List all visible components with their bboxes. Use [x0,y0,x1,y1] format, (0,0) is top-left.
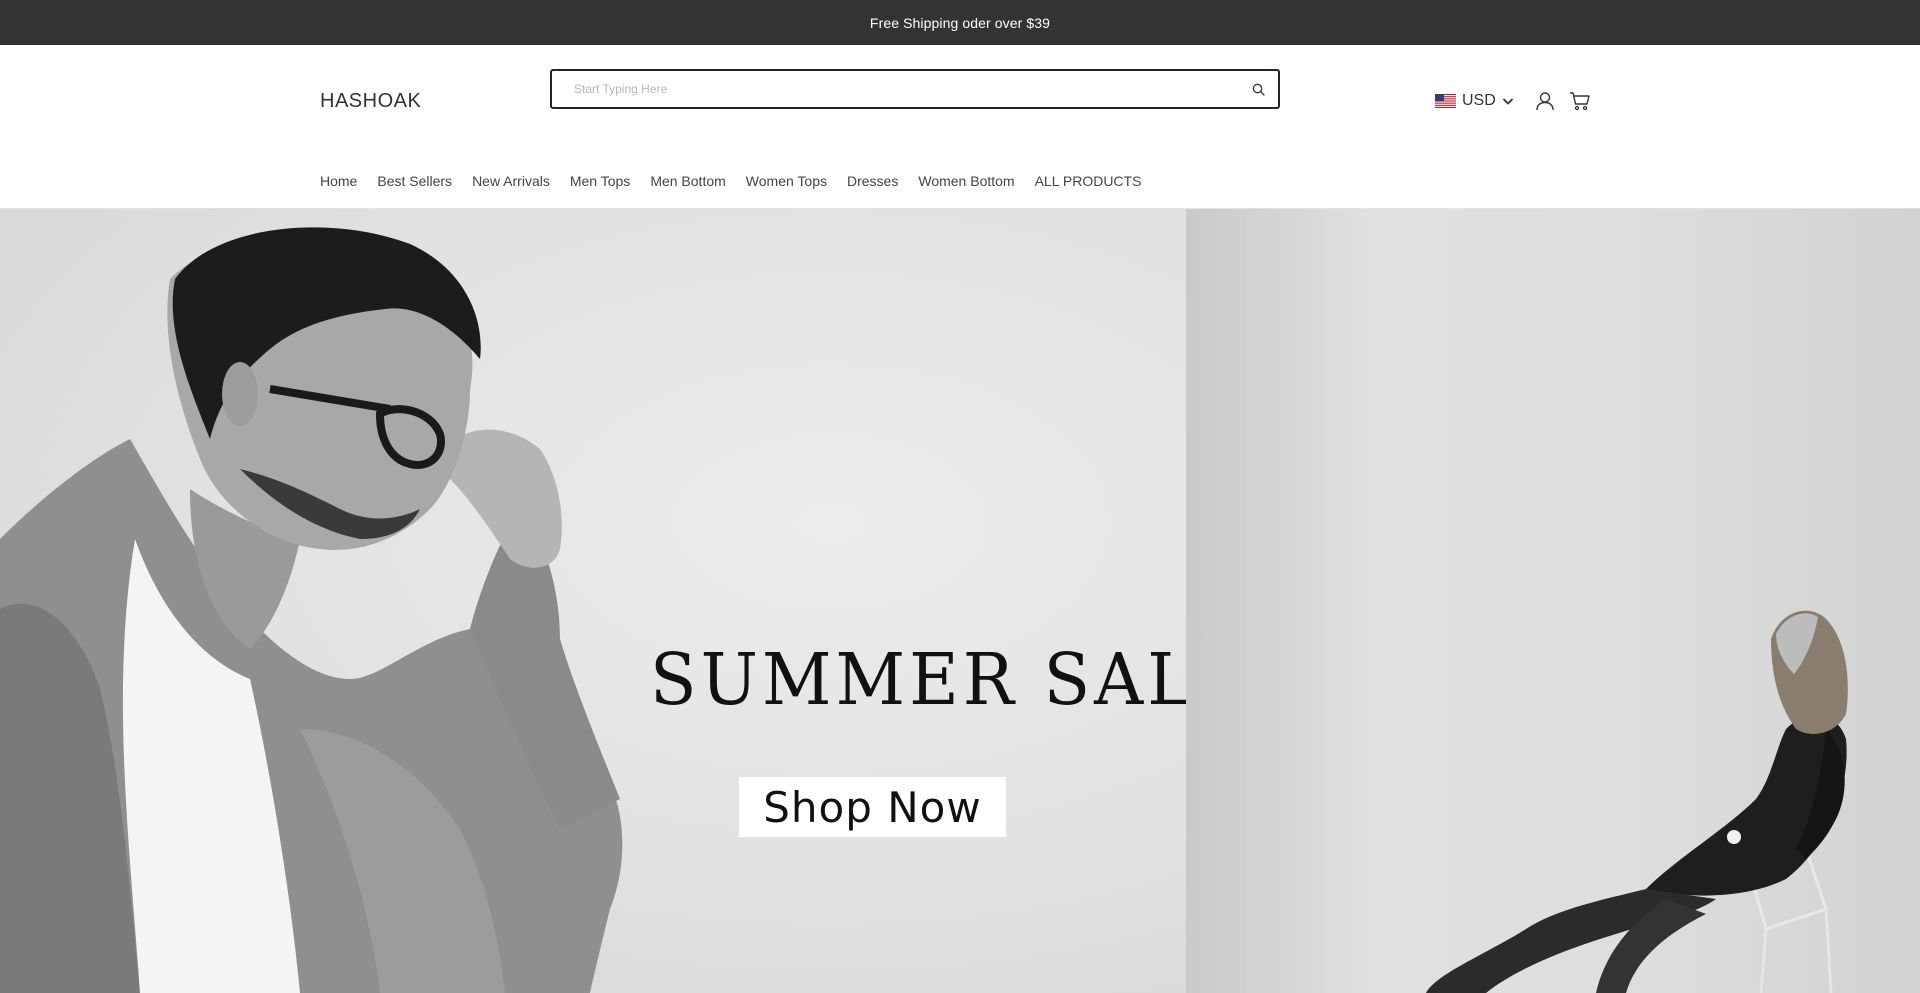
hero-image-left: SUMMER SALE Shop Now [0,209,1186,993]
shop-now-button[interactable]: Shop Now [739,777,1006,837]
woman-seated-image [1246,209,1848,993]
nav-item-dresses[interactable]: Dresses [847,173,898,189]
currency-selector[interactable]: USD [1435,89,1514,113]
nav-item-women-bottom[interactable]: Women Bottom [918,173,1014,189]
us-flag-icon [1435,94,1456,108]
search-bar [550,69,1280,109]
nav-item-men-tops[interactable]: Men Tops [570,173,630,189]
nav-item-women-tops[interactable]: Women Tops [746,173,827,189]
search-icon[interactable] [1238,71,1278,107]
announcement-text: Free Shipping oder over $39 [869,14,1051,31]
chevron-down-icon [1502,97,1514,106]
search-input[interactable] [552,71,1238,107]
nav-item-new-arrivals[interactable]: New Arrivals [472,173,550,189]
account-icon[interactable] [1533,89,1557,113]
logo[interactable]: HASHOAK [320,90,421,113]
nav-item-all-products[interactable]: ALL PRODUCTS [1035,173,1142,189]
man-portrait-image [0,227,623,993]
nav-item-home[interactable]: Home [320,173,357,189]
site-header: HASHOAK USD [0,45,1920,209]
nav-item-best-sellers[interactable]: Best Sellers [377,173,452,189]
currency-code: USD [1462,92,1496,109]
announcement-bar: Free Shipping oder over $39 [0,0,1920,45]
nav-item-men-bottom[interactable]: Men Bottom [650,173,725,189]
main-nav: Home Best Sellers New Arrivals Men Tops … [320,173,1141,189]
hero-banner[interactable]: SUMMER SALE Shop Now [0,209,1920,993]
cart-icon[interactable] [1568,89,1592,113]
hero-image-right [1186,209,1920,993]
hero-title: SUMMER SALE [650,639,1186,722]
